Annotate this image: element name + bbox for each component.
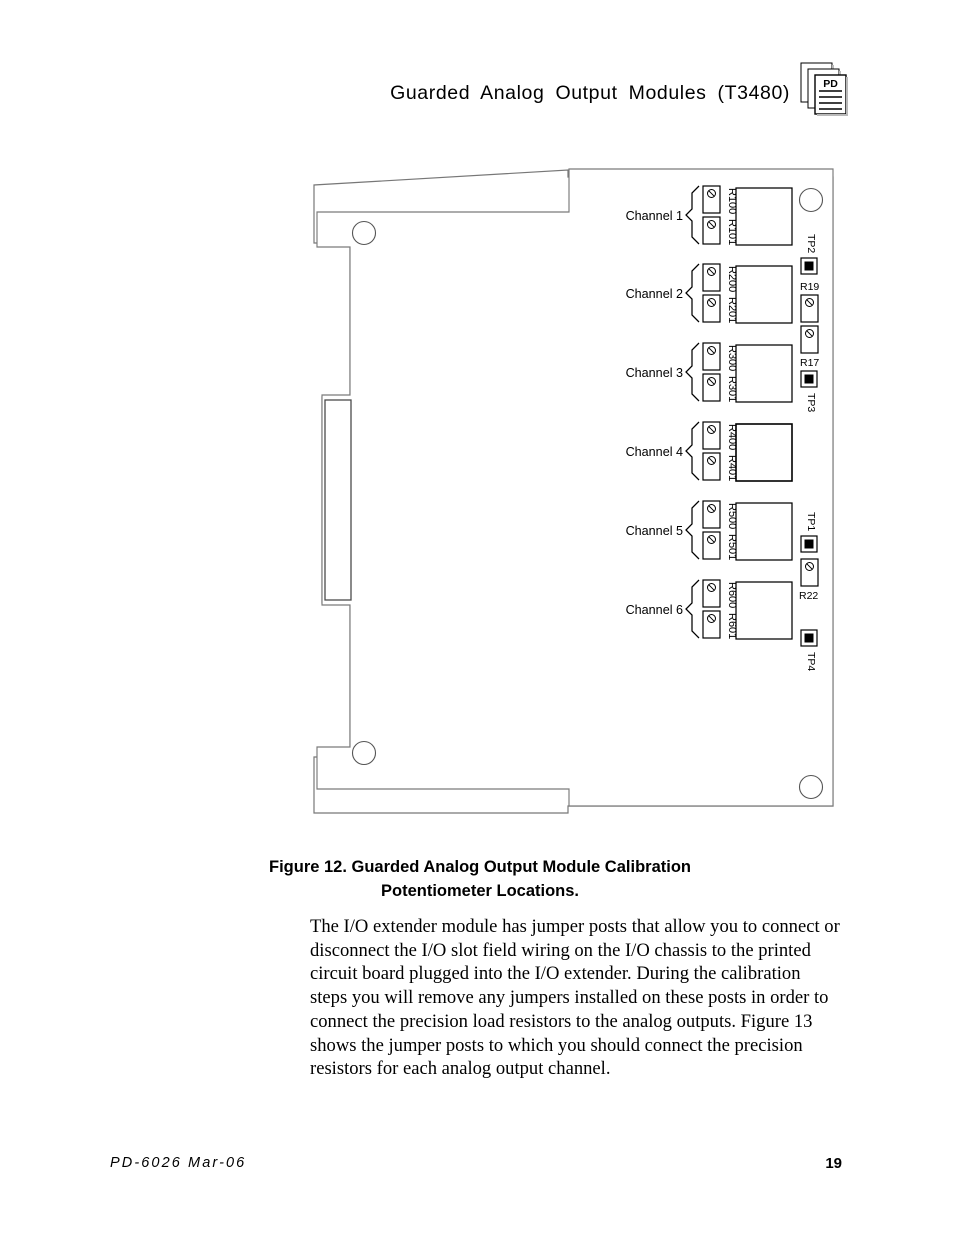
test-point-label: TP2 xyxy=(805,234,817,253)
potentiometer-label: R19 xyxy=(800,281,819,293)
ic-block xyxy=(735,423,793,482)
card-edge-connector xyxy=(324,399,352,601)
mounting-hole-bottom-left xyxy=(351,740,377,766)
figure-caption: Figure 12. Guarded Analog Output Module … xyxy=(160,855,800,903)
potentiometer xyxy=(702,263,721,292)
ic-block xyxy=(735,265,793,324)
document-stack-icon: PD xyxy=(795,60,851,118)
channel-label: Channel 3 xyxy=(626,366,683,380)
channel-label: Channel 2 xyxy=(626,287,683,301)
mounting-hole-top-right xyxy=(798,187,824,213)
potentiometer xyxy=(702,531,721,560)
ic-block xyxy=(735,581,793,640)
potentiometer-r17: R17 xyxy=(800,325,819,369)
ic-block xyxy=(735,187,793,246)
svg-text:PD: PD xyxy=(823,78,838,90)
mounting-hole-bottom-right xyxy=(798,774,824,800)
potentiometer-r22: R22 xyxy=(799,558,819,602)
test-point-label: TP1 xyxy=(805,512,817,531)
potentiometer xyxy=(702,500,721,529)
mounting-hole-top-left xyxy=(351,220,377,246)
potentiometer xyxy=(702,610,721,639)
potentiometer xyxy=(702,452,721,481)
figure-caption-line-1: Figure 12. Guarded Analog Output Module … xyxy=(269,858,691,876)
ic-block xyxy=(735,502,793,561)
potentiometer-label: R17 xyxy=(800,357,819,369)
pcb-board-edge xyxy=(316,168,834,807)
channel-label: Channel 4 xyxy=(626,445,683,459)
potentiometer xyxy=(702,216,721,245)
test-point-label: TP4 xyxy=(805,652,817,671)
channel-label: Channel 1 xyxy=(626,209,683,223)
potentiometer xyxy=(702,421,721,450)
body-paragraph: The I/O extender module has jumper posts… xyxy=(310,916,840,1080)
potentiometer xyxy=(702,294,721,323)
figure-pcb-diagram: Channel 1 R100 R101 Channel 2 R200 R201 … xyxy=(0,155,954,827)
footer-page-number: 19 xyxy=(825,1155,842,1172)
test-point-label: TP3 xyxy=(805,393,817,412)
potentiometer xyxy=(702,185,721,214)
potentiometer-label: R22 xyxy=(799,590,818,602)
page-title: Guarded Analog Output Modules (T3480) xyxy=(390,82,790,104)
channel-label: Channel 6 xyxy=(626,603,683,617)
potentiometer-r19: R19 xyxy=(800,281,819,323)
potentiometer xyxy=(702,579,721,608)
ic-block xyxy=(735,344,793,403)
channel-label: Channel 5 xyxy=(626,524,683,538)
page-footer: PD-6026 Mar-06 19 xyxy=(0,1155,954,1185)
body-text: The I/O extender module has jumper posts… xyxy=(310,915,840,1081)
potentiometer xyxy=(702,373,721,402)
potentiometer xyxy=(702,342,721,371)
page-header: Guarded Analog Output Modules (T3480) PD xyxy=(0,62,954,142)
figure-caption-line-2: Potentiometer Locations. xyxy=(380,882,580,900)
